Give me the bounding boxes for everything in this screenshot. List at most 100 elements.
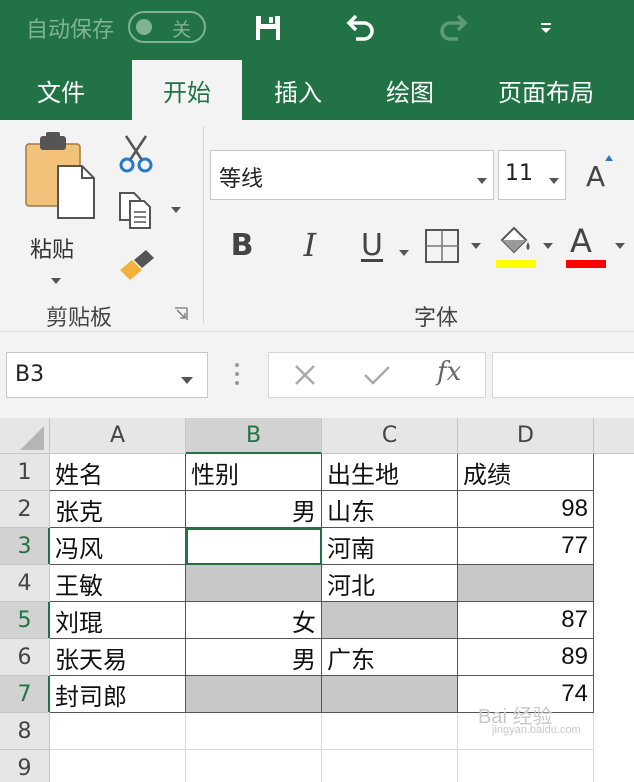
formula-input[interactable]	[492, 352, 634, 398]
tab-page-layout[interactable]: 页面布局	[476, 60, 616, 120]
cell-c1[interactable]: 出生地	[322, 454, 458, 491]
watermark-url: jingyan.baidu.com	[492, 724, 581, 736]
name-box[interactable]: B3	[6, 352, 208, 398]
cut-button[interactable]	[118, 134, 158, 174]
tab-home[interactable]: 开始	[132, 60, 242, 120]
cell-d4[interactable]	[458, 565, 594, 602]
font-name-combobox[interactable]: 等线	[210, 150, 494, 200]
column-header-c[interactable]: C	[322, 418, 458, 454]
column-header-b[interactable]: B	[186, 418, 322, 454]
dialog-launcher-icon	[175, 307, 188, 320]
autosave-toggle[interactable]: 关	[128, 11, 206, 43]
cell-c5[interactable]	[322, 602, 458, 639]
tab-file[interactable]: 文件	[10, 60, 112, 120]
paste-dropdown[interactable]	[50, 270, 62, 289]
paste-icon	[25, 132, 95, 219]
row-header-9[interactable]: 9	[0, 750, 50, 782]
column-header-d[interactable]: D	[458, 418, 594, 454]
name-box-dropdown[interactable]	[180, 370, 194, 389]
row-header-4[interactable]: 4	[0, 565, 50, 602]
cell-a4[interactable]: 王敏	[50, 565, 186, 602]
cell-a5[interactable]: 刘琨	[50, 602, 186, 639]
cell-a9[interactable]	[50, 750, 186, 782]
row-header-8[interactable]: 8	[0, 713, 50, 750]
paste-button[interactable]	[20, 130, 100, 230]
cell-b8[interactable]	[186, 713, 322, 750]
row-header-5[interactable]: 5	[0, 602, 50, 639]
customize-quick-access-button[interactable]	[526, 8, 566, 48]
cell-d5[interactable]: 87	[458, 602, 594, 639]
cell-c3[interactable]: 河南	[322, 528, 458, 565]
cell-c7[interactable]	[322, 676, 458, 713]
formula-buttons: fx	[268, 352, 486, 398]
cell-b3[interactable]	[186, 528, 322, 565]
cell-a7[interactable]: 封司郎	[50, 676, 186, 713]
font-group-label: 字体	[414, 306, 459, 331]
cell-a3[interactable]: 冯风	[50, 528, 186, 565]
undo-button[interactable]	[340, 8, 380, 48]
italic-button[interactable]: I	[290, 220, 330, 270]
borders-button[interactable]	[424, 228, 486, 264]
row-header-3[interactable]: 3	[0, 528, 50, 565]
cell-d9[interactable]	[458, 750, 594, 782]
cell-d3[interactable]: 77	[458, 528, 594, 565]
fill-color-button[interactable]	[494, 224, 556, 270]
cancel-button[interactable]	[293, 363, 317, 391]
bold-button[interactable]: B	[222, 220, 262, 270]
underline-dropdown[interactable]	[398, 242, 410, 261]
cell-c4[interactable]: 河北	[322, 565, 458, 602]
chevron-down-icon	[181, 377, 193, 384]
column-header-a[interactable]: A	[50, 418, 186, 454]
column-header-e[interactable]	[594, 418, 634, 454]
cell-c8[interactable]	[322, 713, 458, 750]
copy-icon	[119, 192, 151, 229]
cell-c9[interactable]	[322, 750, 458, 782]
cut-icon	[119, 135, 153, 173]
cell-b2[interactable]: 男	[186, 491, 322, 528]
font-size-dropdown[interactable]	[548, 170, 560, 189]
cell-a6[interactable]: 张天易	[50, 639, 186, 676]
row-header-1[interactable]: 1	[0, 454, 50, 491]
font-name-dropdown[interactable]	[476, 170, 488, 189]
cell-b1[interactable]: 性别	[186, 454, 322, 491]
row-header-2[interactable]: 2	[0, 491, 50, 528]
cell-a8[interactable]	[50, 713, 186, 750]
cell-d1[interactable]: 成绩	[458, 454, 594, 491]
triangle-up-icon	[605, 155, 613, 161]
cell-c2[interactable]: 山东	[322, 491, 458, 528]
cell-b5[interactable]: 女	[186, 602, 322, 639]
cell-b7[interactable]	[186, 676, 322, 713]
ribbon-home: 粘贴 剪贴板 等线 11 A B I U A 字体	[0, 120, 634, 332]
cell-b9[interactable]	[186, 750, 322, 782]
row-header-6[interactable]: 6	[0, 639, 50, 676]
cell-b4[interactable]	[186, 565, 322, 602]
formula-bar-grip[interactable]	[234, 362, 240, 390]
grow-font-button[interactable]: A	[584, 150, 624, 200]
enter-button[interactable]	[363, 363, 391, 391]
format-painter-button[interactable]	[118, 248, 158, 284]
chevron-down-icon	[471, 243, 481, 249]
tab-insert[interactable]: 插入	[248, 60, 348, 120]
font-color-button[interactable]: A	[564, 222, 628, 270]
redo-button[interactable]	[434, 8, 474, 48]
cell-d6[interactable]: 89	[458, 639, 594, 676]
select-all-button[interactable]	[0, 418, 50, 454]
font-color-glyph: A	[570, 222, 592, 260]
cell-d2[interactable]: 98	[458, 491, 594, 528]
row-header-7[interactable]: 7	[0, 676, 50, 713]
clipboard-group-label: 剪贴板	[46, 306, 113, 331]
cell-a1[interactable]: 姓名	[50, 454, 186, 491]
cell-c6[interactable]: 广东	[322, 639, 458, 676]
save-button[interactable]	[248, 8, 288, 48]
cell-b6[interactable]: 男	[186, 639, 322, 676]
format-painter-icon	[120, 250, 154, 280]
vertical-dots-icon	[235, 363, 239, 385]
clipboard-dialog-launcher[interactable]	[174, 306, 188, 325]
underline-button[interactable]: U	[352, 220, 392, 270]
fill-color-swatch	[496, 260, 536, 268]
group-separator	[203, 126, 204, 324]
cell-a2[interactable]: 张克	[50, 491, 186, 528]
copy-button[interactable]	[116, 190, 182, 230]
tab-draw[interactable]: 绘图	[360, 60, 460, 120]
insert-function-button[interactable]: fx	[437, 357, 461, 387]
